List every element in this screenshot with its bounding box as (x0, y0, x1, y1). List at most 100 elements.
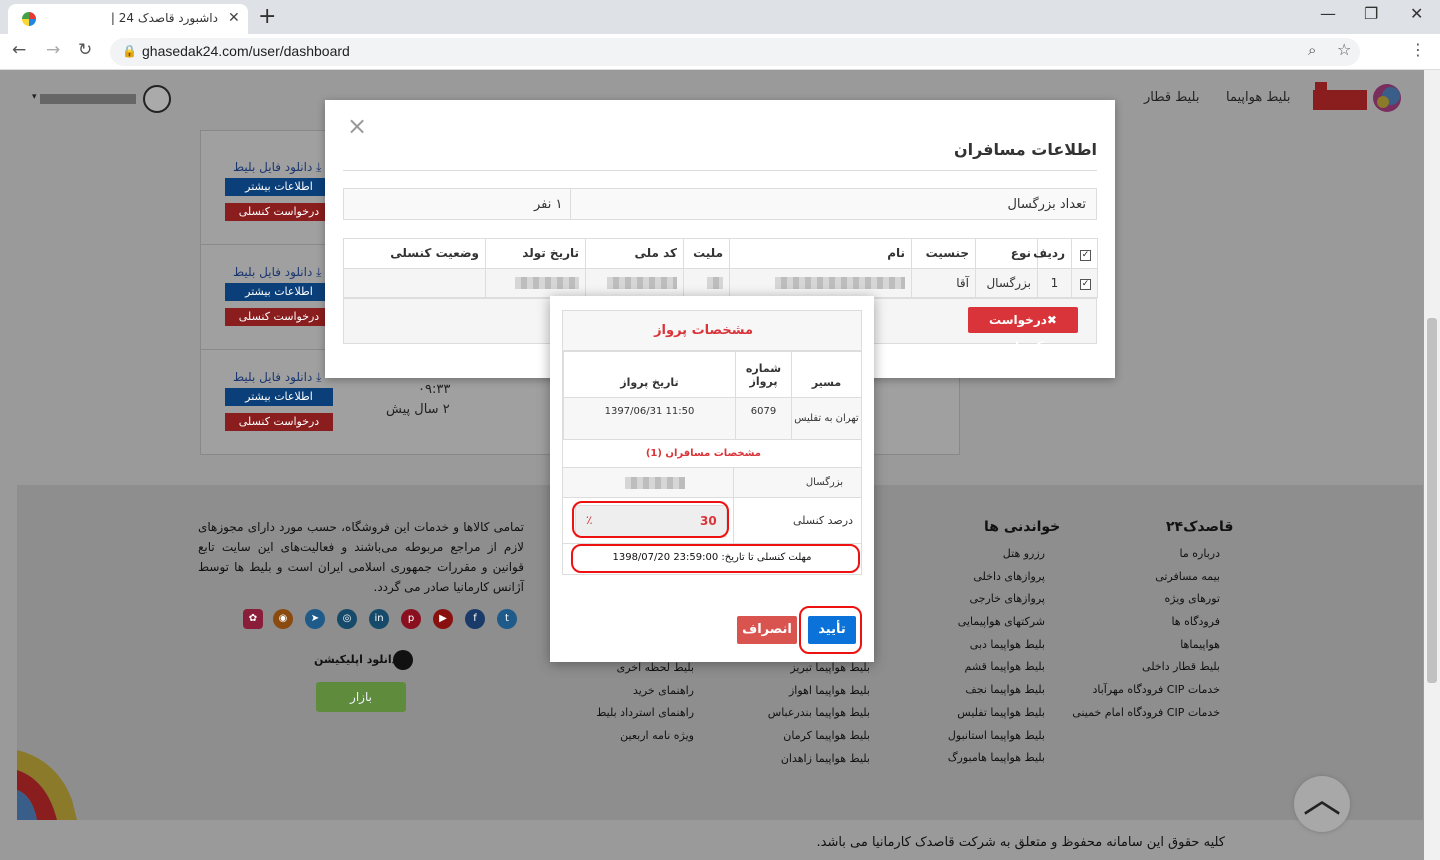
footer-link[interactable]: بلیط هواپیما هامبورگ (895, 751, 1045, 774)
adult-count-row: تعداد بزرگسال ۱ نفر (343, 188, 1097, 220)
back-icon[interactable]: ← (12, 40, 26, 60)
footer-link[interactable]: شرکتهای هواپیمایی (895, 615, 1045, 638)
nav-flight-ticket[interactable]: بلیط هواپیما (1226, 90, 1291, 105)
nav-train-ticket[interactable]: بلیط قطار (1144, 90, 1199, 105)
footer-link[interactable]: فرودگاه ها (1060, 615, 1220, 638)
cancel-request-button[interactable]: درخواست کنسلی (225, 308, 333, 326)
pinterest-icon[interactable]: p (401, 609, 421, 629)
flight-details-header: مشخصات پرواز (563, 311, 861, 351)
footer-col2-title: خواندنی ها (984, 519, 1061, 535)
flight-route: تهران به تفلیس (791, 397, 862, 440)
request-cancel-button[interactable]: ✖درخواست کنسلی (968, 307, 1078, 353)
ticket-time: ۰۹:۳۳ (418, 382, 451, 397)
rss-icon[interactable]: ◉ (273, 609, 293, 629)
facebook-icon[interactable]: f (465, 609, 485, 629)
footer-link[interactable]: پروازهای داخلی (895, 570, 1045, 593)
footer-link[interactable]: بلیط هواپیما نجف (895, 683, 1045, 706)
twitter-icon[interactable]: t (497, 609, 517, 629)
browser-tab[interactable]: داشبورد قاصدک 24 | ✕ (8, 4, 248, 34)
tab-close-icon[interactable]: ✕ (228, 10, 240, 26)
bookmark-star-icon[interactable]: ☆ (1337, 40, 1351, 59)
footer-link[interactable]: بیمه مسافرتی (1060, 570, 1220, 593)
col-birthdate: تاریخ تولد (485, 238, 586, 269)
address-bar[interactable]: 🔒 ghasedak24.com/user/dashboard ⌕ ☆ (110, 38, 1360, 66)
footer-link[interactable]: بلیط هواپیما استانبول (895, 729, 1045, 752)
more-info-button[interactable]: اطلاعات بیشتر (225, 178, 333, 196)
select-all-checkbox[interactable]: ✓ (1080, 249, 1091, 261)
zoom-icon[interactable]: ⌕ (1308, 41, 1316, 59)
footer-link[interactable]: راهنمای استرداد بلیط (574, 706, 694, 729)
ghasedak-logo-icon[interactable] (1313, 80, 1405, 114)
lock-icon[interactable]: 🔒 (122, 44, 137, 58)
footer-link[interactable]: ویژه نامه اربعین (574, 729, 694, 752)
footer-link[interactable]: بلیط هواپیما زاهدان (730, 752, 870, 775)
footer-link[interactable]: درباره ما (1060, 547, 1220, 570)
browser-menu-icon[interactable]: ⋮ (1410, 40, 1426, 59)
telegram-icon[interactable]: ➤ (305, 609, 325, 629)
row-gender: آقا (911, 267, 976, 298)
download-ticket-link[interactable]: ⤓ دانلود فایل بلیط (233, 265, 321, 280)
download-icon: ⤓ (316, 370, 322, 384)
table-header-row: ✓ ردیف نوع جنسیت نام ملیت کد ملی تاریخ ت… (343, 238, 1098, 269)
cancel-request-button[interactable]: درخواست کنسلی (225, 413, 333, 431)
col-flight-date: تاریخ پرواز (563, 351, 736, 398)
footer-link[interactable]: راهنمای خرید (574, 684, 694, 707)
dismiss-button[interactable]: انصراف (737, 616, 797, 644)
username-redacted[interactable] (40, 94, 136, 104)
footer-link[interactable]: بلیط هواپیما اهواز (730, 684, 870, 707)
download-ticket-link[interactable]: ⤓ دانلود فایل بلیط (233, 160, 321, 175)
footer-link[interactable]: بلیط هواپیما دبی (895, 638, 1045, 661)
footer-link[interactable]: خدمات CIP فرودگاه امام خمینی (1060, 706, 1220, 729)
col-cancel-status: وضعیت کنسلی (343, 238, 486, 269)
footer-link[interactable]: پروازهای خارجی (895, 592, 1045, 615)
footer-link[interactable]: بلیط قطار داخلی (1060, 660, 1220, 683)
modal-title: اطلاعات مسافران (953, 140, 1097, 159)
window-close-icon[interactable]: ✕ (1410, 4, 1423, 23)
phone-icon (393, 650, 413, 670)
col-nationality: ملیت (683, 238, 730, 269)
tab-strip: داشبورد قاصدک 24 | ✕ + — ❐ ✕ (0, 0, 1440, 34)
select-all-cell[interactable]: ✓ (1071, 238, 1098, 269)
col-flight-number: شماره پرواز (735, 351, 792, 398)
row-select-cell[interactable]: ✓ (1071, 267, 1098, 298)
annotation-highlight-deadline (571, 544, 860, 573)
bazaar-download-button[interactable]: بازار (316, 682, 406, 712)
minimize-icon[interactable]: — (1320, 4, 1336, 23)
instagram-icon[interactable]: ◎ (337, 609, 357, 629)
download-ticket-link[interactable]: ⤓ دانلود فایل بلیط (233, 370, 321, 385)
user-avatar-icon[interactable] (143, 85, 171, 113)
cancel-request-button[interactable]: درخواست کنسلی (225, 203, 333, 221)
youtube-icon[interactable]: ▶ (433, 609, 453, 629)
url-text[interactable]: ghasedak24.com/user/dashboard (142, 43, 350, 59)
ticket-age: ۲ سال پیش (386, 402, 450, 417)
footer-link[interactable]: تورهای ویژه (1060, 592, 1220, 615)
scrollbar-thumb[interactable] (1427, 318, 1437, 683)
footer-link[interactable]: رزرو هتل (895, 547, 1045, 570)
copyright-text: کلیه حقوق این سامانه محفوظ و متعلق به شر… (816, 835, 1226, 850)
footer-link[interactable]: بلیط هواپیما کرمان (730, 729, 870, 752)
aparat-icon[interactable]: ✿ (243, 609, 263, 629)
chevron-down-icon[interactable]: ▾ (32, 92, 37, 102)
more-info-button[interactable]: اطلاعات بیشتر (225, 388, 333, 406)
passengers-table: ✓ ردیف نوع جنسیت نام ملیت کد ملی تاریخ ت… (343, 238, 1098, 298)
footer-link[interactable]: بلیط لحظه آخری (574, 661, 694, 684)
footer-link[interactable]: بلیط هواپیما تبریز (730, 661, 870, 684)
reload-icon[interactable]: ↻ (78, 40, 92, 60)
footer-link[interactable]: بلیط هواپیما بندرعباس (730, 706, 870, 729)
adult-count-value: ۱ نفر (534, 197, 563, 212)
row-cancel-status (343, 267, 486, 298)
restore-icon[interactable]: ❐ (1364, 4, 1378, 23)
linkedin-icon[interactable]: in (369, 609, 389, 629)
row-checkbox[interactable]: ✓ (1080, 279, 1091, 291)
footer-link[interactable]: هواپیماها (1060, 638, 1220, 661)
more-info-button[interactable]: اطلاعات بیشتر (225, 283, 333, 301)
browser-chrome: داشبورد قاصدک 24 | ✕ + — ❐ ✕ ← → ↻ 🔒 gha… (0, 0, 1440, 70)
footer-link[interactable]: بلیط هواپیما قشم (895, 660, 1045, 683)
new-tab-icon[interactable]: + (258, 4, 276, 29)
forward-icon[interactable]: → (46, 40, 60, 60)
close-icon[interactable]: × (347, 112, 367, 140)
footer-link[interactable]: خدمات CIP فرودگاه مهرآباد (1060, 683, 1220, 706)
chevron-up-icon[interactable]: ︿ (1300, 780, 1344, 818)
passenger-name-redacted (625, 477, 685, 489)
footer-link[interactable]: بلیط هواپیما تفلیس (895, 706, 1045, 729)
